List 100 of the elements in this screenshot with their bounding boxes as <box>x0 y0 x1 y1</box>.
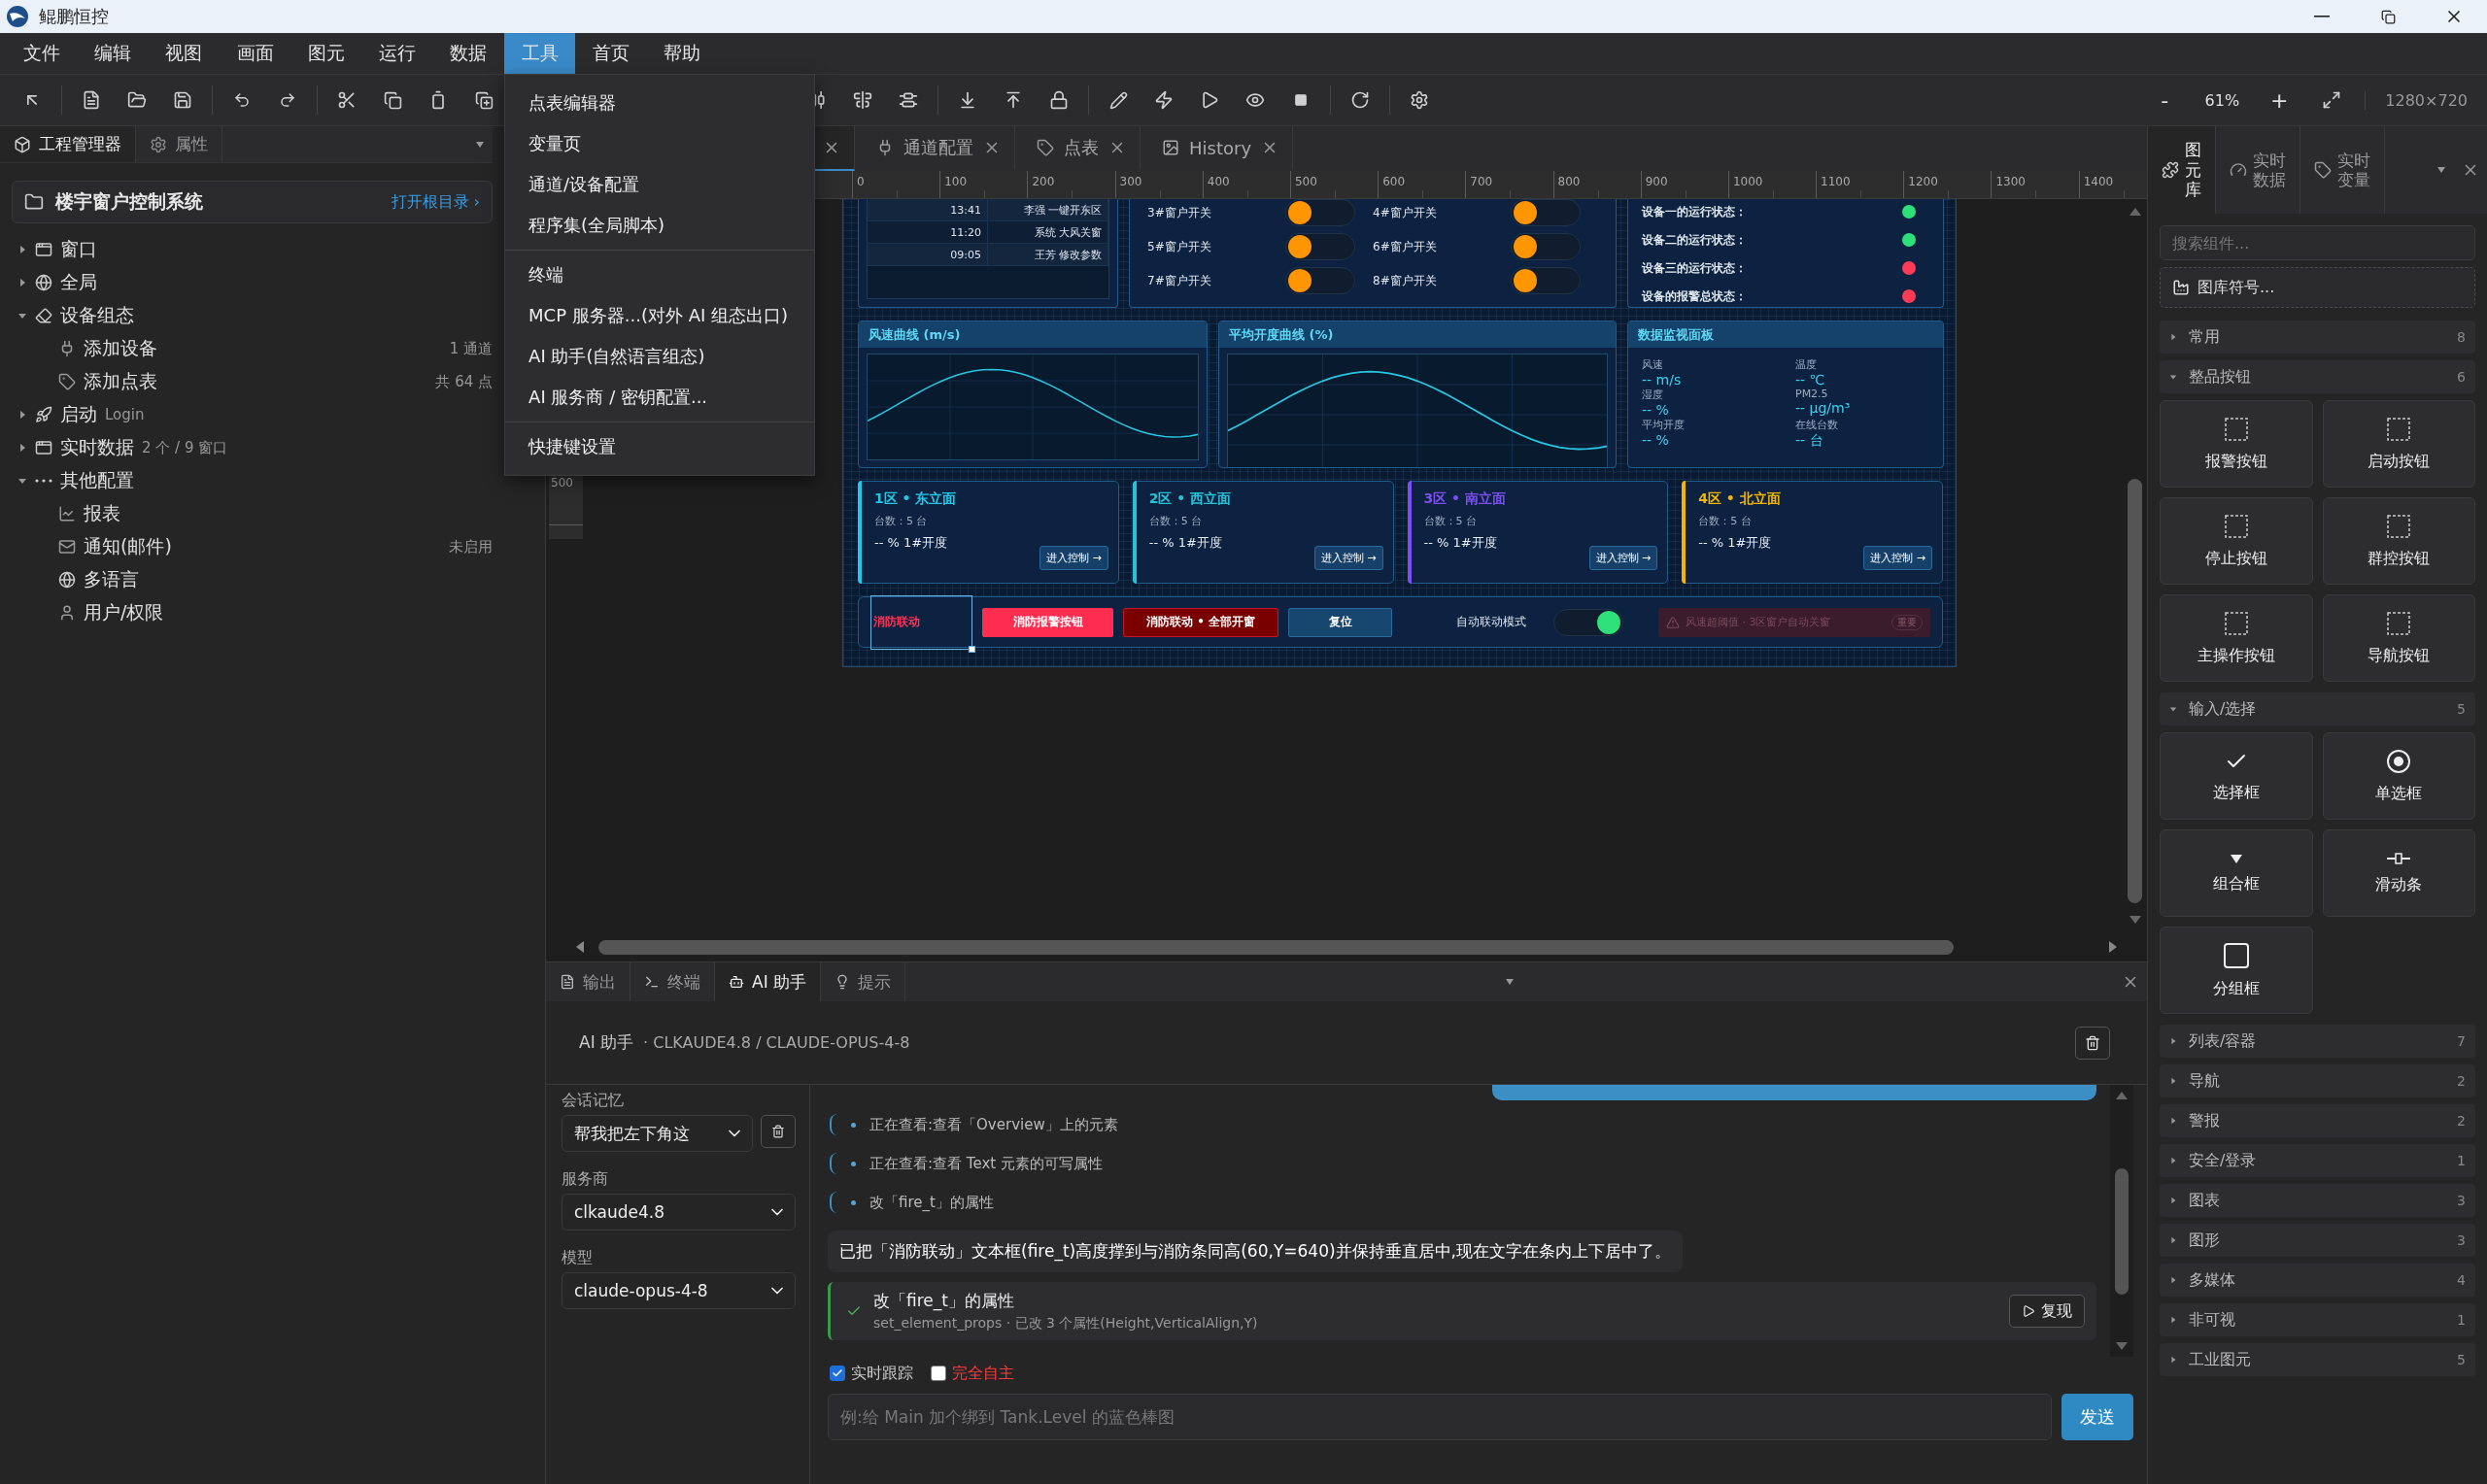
panel-tab[interactable]: 属性 <box>136 126 222 162</box>
menu-item[interactable]: 视图 <box>148 33 220 74</box>
tree-item[interactable]: 其他配置 <box>0 464 493 497</box>
tree-item[interactable]: 设备组态 <box>0 299 493 332</box>
category-header[interactable]: 多媒体 4 <box>2160 1264 2475 1297</box>
caret-icon[interactable] <box>17 278 27 287</box>
component-tile[interactable]: 停止按钮 <box>2160 497 2313 585</box>
category-header[interactable]: 非可视 1 <box>2160 1303 2475 1336</box>
send-button[interactable]: 发送 <box>2061 1394 2133 1440</box>
scroll-down-icon[interactable] <box>2128 915 2142 925</box>
toggle-switch[interactable] <box>1553 608 1623 636</box>
category-header[interactable]: 安全/登录 1 <box>2160 1144 2475 1177</box>
toggle-switch[interactable] <box>1285 267 1355 294</box>
menu-option[interactable]: 变量页 <box>505 123 815 164</box>
provider-select[interactable]: clkaude4.8 <box>562 1194 796 1231</box>
tree-item[interactable]: 窗口 <box>0 233 493 266</box>
session-select[interactable]: 帮我把左下角这 <box>562 1115 753 1152</box>
category-header[interactable]: 整品按钮 6 <box>2160 360 2475 393</box>
scrollbar-thumb[interactable] <box>2115 1168 2129 1295</box>
scroll-left-icon[interactable] <box>575 940 585 954</box>
reset-button[interactable]: 复位 <box>1288 607 1392 637</box>
toggle-switch[interactable] <box>1285 233 1355 260</box>
component-tile[interactable]: 群控按钮 <box>2322 497 2475 585</box>
component-tile[interactable]: 主操作按钮 <box>2160 594 2313 682</box>
tree-item[interactable]: 报表 <box>0 497 493 530</box>
panel-tab[interactable]: 图元库 <box>2148 126 2216 214</box>
tree-item[interactable]: 添加点表 共 64 点 <box>0 365 493 398</box>
enter-control-button[interactable]: 进入控制 → <box>1313 546 1383 570</box>
checkbox[interactable]: 实时跟踪 <box>830 1363 913 1384</box>
component-tile[interactable]: 滑动条 <box>2322 829 2475 917</box>
alarm-button[interactable]: 消防报警按钮 <box>982 607 1113 637</box>
menu-item[interactable]: 文件 <box>6 33 78 74</box>
category-header[interactable]: 常用 8 <box>2160 320 2475 354</box>
tree-item[interactable]: 用户/权限 <box>0 596 493 629</box>
category-header[interactable]: 警报 2 <box>2160 1104 2475 1137</box>
tree-item[interactable]: 通知(邮件) 未启用 <box>0 530 493 563</box>
menu-option[interactable]: MCP 服务器...(对外 AI 组态出口) <box>505 295 815 336</box>
checkbox[interactable]: 完全自主 <box>931 1363 1014 1384</box>
scroll-right-icon[interactable] <box>2108 940 2118 954</box>
component-tile[interactable]: 启动按钮 <box>2322 400 2475 488</box>
caret-icon[interactable] <box>17 410 27 420</box>
menu-option[interactable]: 点表编辑器 <box>505 83 815 123</box>
replay-button[interactable]: 复现 <box>2009 1295 2085 1328</box>
caret-icon[interactable] <box>17 443 27 453</box>
scroll-up-icon[interactable] <box>2128 207 2142 217</box>
delete-button[interactable] <box>761 1115 796 1148</box>
scroll-up-icon[interactable] <box>2115 1091 2129 1100</box>
menu-item[interactable]: 运行 <box>361 33 433 74</box>
panel-tab[interactable]: 实时数据 <box>2216 126 2300 214</box>
menu-option[interactable]: AI 助手(自然语言组态) <box>505 336 815 377</box>
menu-item[interactable]: 帮助 <box>646 33 718 74</box>
category-header[interactable]: 图形 3 <box>2160 1224 2475 1257</box>
zoom-in-button[interactable]: + <box>2260 86 2300 114</box>
search-field[interactable]: 搜索组件... <box>2160 225 2475 260</box>
panel-tab[interactable]: 工程管理器 <box>0 126 136 162</box>
scrollbar-thumb[interactable] <box>598 939 1954 955</box>
component-tile[interactable]: 分组框 <box>2160 927 2313 1014</box>
menu-item[interactable]: 编辑 <box>77 33 149 74</box>
panel-tab[interactable]: 提示 <box>821 962 906 1001</box>
scroll-down-icon[interactable] <box>2115 1341 2129 1351</box>
tree-item[interactable]: 启动 Login <box>0 398 493 431</box>
category-header[interactable]: 导航 2 <box>2160 1064 2475 1097</box>
caret-icon[interactable] <box>17 245 27 254</box>
component-tile[interactable]: 单选框 <box>2322 732 2475 820</box>
menu-item[interactable]: 图元 <box>290 33 362 74</box>
panel-tab[interactable]: 实时变量 <box>2300 126 2385 214</box>
menu-option[interactable]: 通道/设备配置 <box>505 164 815 205</box>
open-all-button[interactable]: 消防联动 • 全部开窗 <box>1123 607 1278 637</box>
symbol-library-button[interactable]: 图库符号... <box>2160 267 2475 308</box>
component-tile[interactable]: 导航按钮 <box>2322 594 2475 682</box>
category-header[interactable]: 列表/容器 7 <box>2160 1025 2475 1058</box>
caret-icon[interactable] <box>17 476 27 486</box>
menu-item[interactable]: 数据 <box>432 33 505 74</box>
open-root-link[interactable]: 打开根目录 › <box>391 191 480 213</box>
menu-option[interactable]: 终端 <box>505 254 815 295</box>
checkbox-box[interactable] <box>931 1366 946 1381</box>
enter-control-button[interactable]: 进入控制 → <box>1039 546 1108 570</box>
enter-control-button[interactable]: 进入控制 → <box>1588 546 1658 570</box>
caret-icon[interactable] <box>17 311 27 320</box>
toggle-switch[interactable] <box>1511 267 1581 294</box>
tree-item[interactable]: 多语言 <box>0 563 493 596</box>
category-header[interactable]: 工业图元 5 <box>2160 1343 2475 1376</box>
tree-item[interactable]: 添加设备 1 通道 <box>0 332 493 365</box>
clear-button[interactable] <box>2075 1026 2110 1060</box>
panel-tab[interactable]: 输出 <box>546 962 630 1001</box>
menu-item[interactable]: 画面 <box>219 33 291 74</box>
component-tile[interactable]: 选择框 <box>2160 732 2313 820</box>
menu-option[interactable]: 快捷键设置 <box>505 426 815 467</box>
panel-tab[interactable]: AI 助手 <box>715 962 822 1001</box>
toggle-switch[interactable] <box>1511 233 1581 260</box>
tree-item[interactable]: 全局 <box>0 266 493 299</box>
menu-option[interactable]: 程序集(全局脚本) <box>505 205 815 246</box>
category-header[interactable]: 图表 3 <box>2160 1184 2475 1217</box>
scrollbar-thumb[interactable] <box>2128 479 2142 903</box>
zoom-out-button[interactable]: - <box>2145 86 2185 114</box>
tree-item[interactable]: 实时数据 2 个 / 9 窗口 <box>0 431 493 464</box>
resize-handle[interactable] <box>969 645 975 653</box>
toggle-switch[interactable] <box>1285 199 1355 226</box>
enter-control-button[interactable]: 进入控制 → <box>1863 546 1932 570</box>
model-select[interactable]: claude-opus-4-8 <box>562 1272 796 1309</box>
